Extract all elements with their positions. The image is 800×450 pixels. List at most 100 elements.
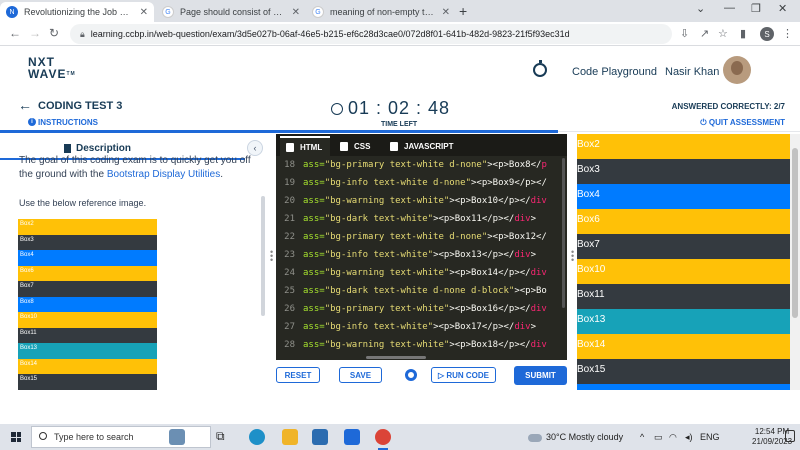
timer: 01 : 02 : 48 (348, 98, 451, 118)
browser-tab-2[interactable]: G Page should consist of an HTML b ✕ (156, 2, 306, 22)
share-icon[interactable]: ↗ (700, 27, 709, 40)
code-markup: ><p>Box8</ (487, 160, 542, 170)
preview-scrollbar[interactable] (790, 134, 800, 390)
code-line[interactable]: 18 ass="bg-primary text-white d-none"><p>… (276, 156, 567, 174)
weather-widget[interactable]: 30°C Mostly cloudy (528, 432, 623, 442)
task-view-icon[interactable]: ⧉ (216, 429, 232, 445)
kebab-menu-icon[interactable]: ⋮ (782, 27, 793, 40)
line-number: 27 (284, 322, 295, 332)
mail-icon[interactable] (344, 429, 360, 445)
avatar[interactable] (723, 56, 751, 84)
code-line[interactable]: 28 ass="bg-warning text-white"><p>Box18</… (276, 336, 567, 354)
back-icon[interactable]: ← (9, 26, 21, 40)
minimize-icon[interactable]: — (724, 2, 735, 14)
sidebar-icon[interactable]: ▮ (740, 27, 746, 40)
windows-taskbar: Type here to search ⧉ 30°C Mostly cloudy… (0, 424, 800, 450)
pane-splitter[interactable]: • • • (571, 248, 574, 265)
bootstrap-display-link[interactable]: Bootstrap Display Utilities (107, 169, 220, 180)
browser-tab-3[interactable]: G meaning of non-empty text conte ✕ (306, 2, 456, 22)
gear-icon[interactable] (405, 369, 417, 381)
output-preview: Box2 Box3 Box4 Box6 Box7 Box10 Box11 Box13 Box14… (577, 134, 790, 390)
reload-icon[interactable]: ↻ (49, 26, 59, 40)
tab-css[interactable]: CSS (334, 138, 380, 154)
instructions-link[interactable]: i INSTRUCTIONS (28, 118, 98, 127)
volume-icon[interactable]: ◂) (685, 432, 693, 443)
tab-label: Description (76, 143, 132, 154)
reset-button[interactable]: RESET (276, 367, 320, 383)
code-tag: div (530, 304, 547, 314)
lock-icon: 🔒︎ (80, 28, 85, 39)
reference-row: Box2 (18, 219, 157, 235)
vertical-scrollbar[interactable] (562, 158, 565, 308)
code-attr: ass= (303, 214, 325, 224)
windows-start-icon[interactable] (11, 432, 21, 442)
code-editor[interactable]: HTML CSS JAVASCRIPT 18 ass="bg-primary te… (276, 134, 567, 360)
tab-label: CSS (354, 141, 371, 151)
forward-icon[interactable]: → (29, 26, 41, 40)
close-icon[interactable]: ✕ (292, 7, 300, 18)
search-placeholder: Type here to search (54, 432, 134, 442)
window-close-icon[interactable]: ✕ (778, 2, 787, 15)
code-line[interactable]: 26 ass="bg-primary text-white"><p>Box16</… (276, 300, 567, 318)
bookmark-star-icon[interactable]: ☆ (718, 27, 728, 40)
store-icon[interactable] (312, 429, 328, 445)
tab-search-icon[interactable]: ⌄ (696, 2, 705, 15)
code-markup: ><p>Box13</p></ (433, 250, 515, 260)
reference-row: Box13 (18, 343, 157, 359)
install-icon[interactable]: ⇩ (680, 27, 689, 40)
submit-button[interactable]: SUBMIT (514, 366, 567, 385)
code-markup: > (530, 214, 537, 224)
code-line[interactable]: 23 ass="bg-info text-white"><p>Box13</p><… (276, 246, 567, 264)
code-line[interactable]: 21 ass="bg-dark text-white"><p>Box11</p><… (276, 210, 567, 228)
reference-row: Box14 (18, 358, 157, 374)
back-arrow-icon[interactable]: ← (18, 97, 32, 113)
lang-indicator[interactable]: ENG (700, 432, 720, 442)
profile-avatar[interactable]: S (760, 27, 774, 41)
js-icon (390, 141, 398, 151)
code-attr: ass= (303, 340, 325, 350)
code-markup: ><p>Box11</p></ (433, 214, 515, 224)
file-explorer-icon[interactable] (282, 429, 298, 445)
news-widget-icon[interactable] (169, 429, 185, 445)
tab-javascript[interactable]: JAVASCRIPT (384, 138, 474, 154)
code-line[interactable]: 22 ass="bg-primary text-white d-none"><p>… (276, 228, 567, 246)
pane-splitter[interactable]: • • • (270, 248, 273, 265)
horizontal-scrollbar[interactable] (366, 356, 426, 359)
run-code-button[interactable]: ▷ RUN CODE (431, 367, 496, 383)
close-icon[interactable]: ✕ (140, 7, 148, 18)
wifi-icon[interactable]: ◠ (669, 432, 677, 443)
code-lines[interactable]: 18 ass="bg-primary text-white d-none"><p>… (276, 156, 567, 354)
line-number: 21 (284, 214, 295, 224)
reference-row: Box10 (18, 312, 157, 328)
browser-tab-1[interactable]: N Revolutionizing the Job Market | N ✕ (0, 2, 154, 22)
quit-assessment-link[interactable]: ⏻ QUIT ASSESSMENT (700, 118, 785, 128)
edge-icon[interactable] (249, 429, 265, 445)
close-icon[interactable]: ✕ (442, 7, 450, 18)
code-tag: div (514, 214, 531, 224)
tray-chevron-icon[interactable]: ^ (640, 432, 644, 442)
notification-icon[interactable] (785, 430, 795, 442)
play-icon: ▷ (437, 370, 447, 380)
code-line[interactable]: 19 ass="bg-info text-white d-none"><p>Box… (276, 174, 567, 192)
code-line[interactable]: 25 ass="bg-dark text-white d-none d-block… (276, 282, 567, 300)
nxtwave-logo[interactable]: NXT WAVETM (28, 56, 76, 80)
stopwatch-icon[interactable] (533, 60, 547, 77)
address-bar[interactable]: 🔒︎ learning.ccbp.in/web-question/exam/3d… (70, 24, 672, 44)
code-playground-link[interactable]: Code Playground (572, 66, 657, 78)
preview-row: Box16 (577, 384, 790, 390)
network-icon[interactable]: ▭ (654, 432, 663, 443)
save-button[interactable]: SAVE (339, 367, 382, 383)
restore-icon[interactable]: ❐ (751, 2, 761, 15)
code-line[interactable]: 27 ass="bg-info text-white"><p>Box17</p><… (276, 318, 567, 336)
code-tag: div (514, 322, 531, 332)
scrollbar-thumb[interactable] (792, 148, 798, 318)
preview-row: Box14 (577, 334, 790, 359)
code-line[interactable]: 20 ass="bg-warning text-white"><p>Box10</… (276, 192, 567, 210)
new-tab-icon[interactable]: + (459, 3, 467, 19)
code-line[interactable]: 24 ass="bg-warning text-white"><p>Box14</… (276, 264, 567, 282)
tab-html[interactable]: HTML (280, 136, 330, 156)
scrollbar[interactable] (261, 196, 265, 316)
reference-row: Box11 (18, 327, 157, 343)
user-name[interactable]: Nasir Khan (665, 66, 719, 78)
chrome-icon[interactable] (375, 429, 391, 450)
